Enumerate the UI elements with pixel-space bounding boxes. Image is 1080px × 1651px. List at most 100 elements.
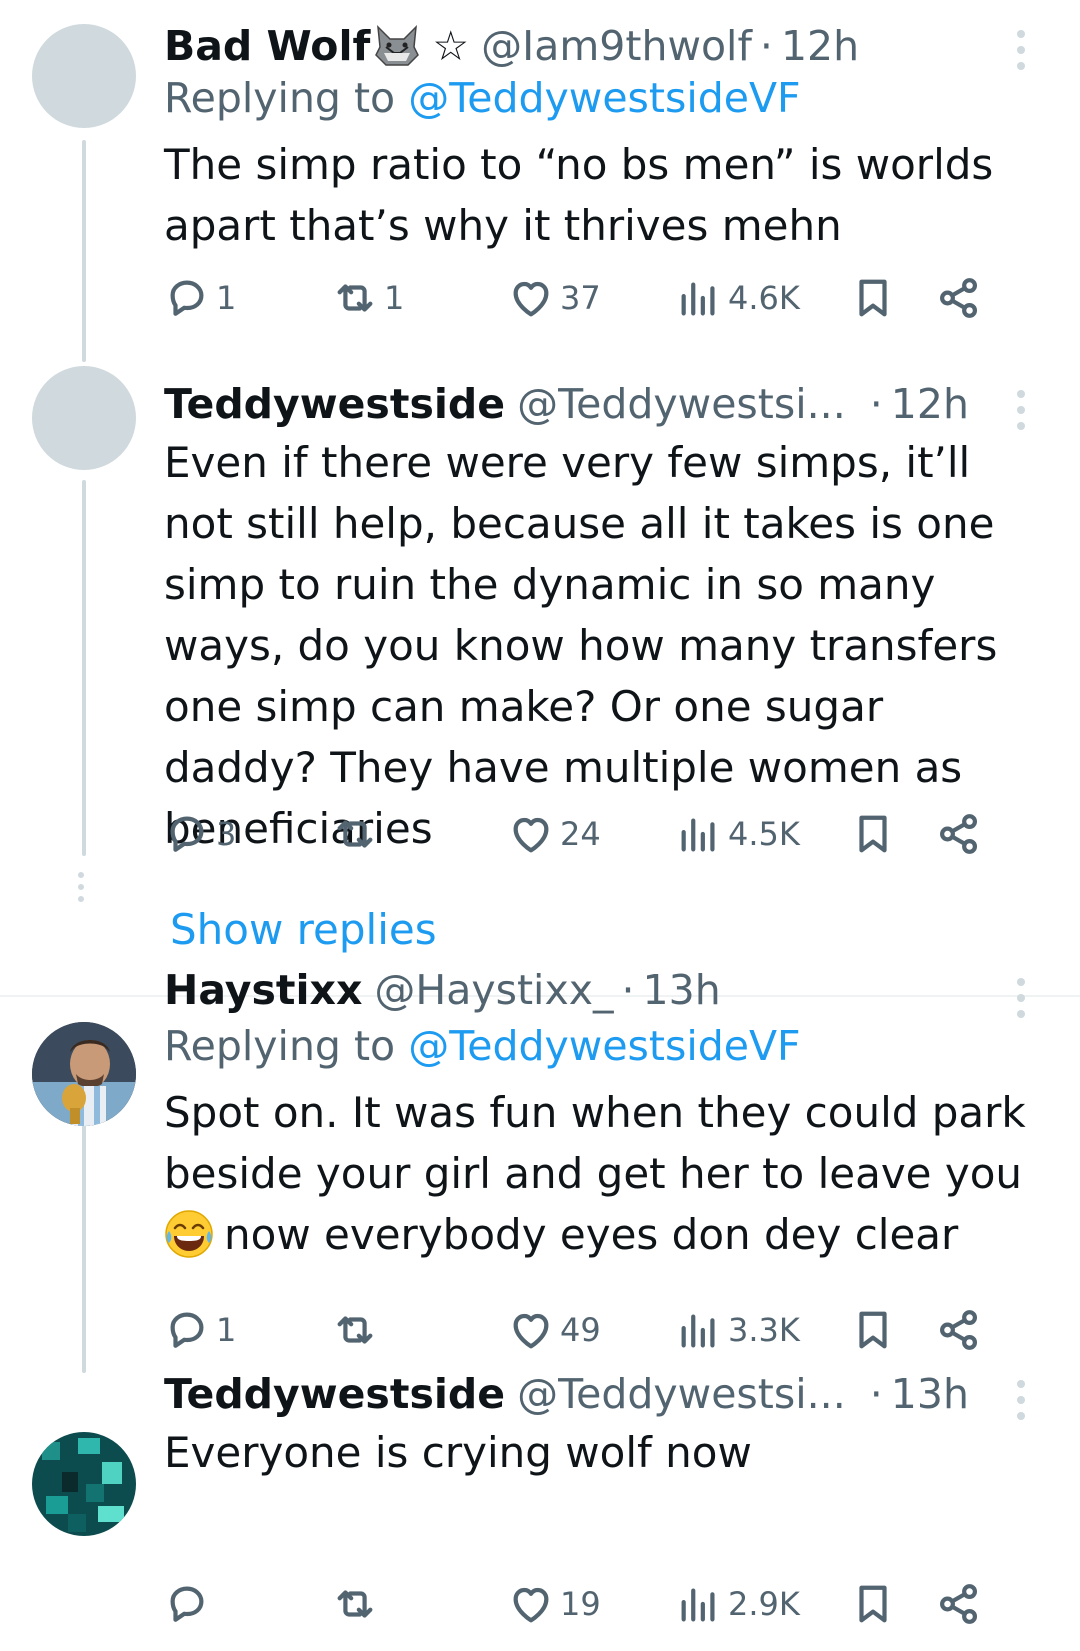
thread-line	[82, 480, 86, 856]
views-button[interactable]: 4.6K	[676, 268, 800, 328]
more-options-icon[interactable]	[1016, 390, 1026, 430]
more-options-icon[interactable]	[1016, 978, 1026, 1018]
thread-dots	[78, 872, 84, 902]
thread-line	[82, 140, 86, 362]
retweet-icon	[332, 275, 378, 321]
like-button[interactable]: 49	[508, 1300, 601, 1360]
reply-count: 1	[216, 1311, 237, 1349]
timestamp[interactable]: 13h	[891, 1370, 969, 1418]
replying-label: Replying to	[164, 74, 409, 122]
star-icon: ☆	[432, 22, 470, 70]
retweet-icon	[332, 1307, 378, 1353]
display-name[interactable]: Haystixx	[164, 966, 362, 1014]
timestamp[interactable]: 12h	[781, 22, 859, 70]
more-options-icon[interactable]	[1016, 30, 1026, 70]
retweet-button[interactable]	[332, 804, 384, 864]
replying-to: Replying to @TeddywestsideVF	[164, 74, 801, 122]
replying-label: Replying to	[164, 1022, 409, 1070]
separator: ·	[869, 1370, 883, 1418]
reply-count: 3	[216, 815, 237, 853]
tweet-text: Even if there were very few simps, it’ll…	[164, 438, 998, 853]
share-icon	[936, 1581, 982, 1627]
action-bar: 1 49 3.3K	[164, 1300, 1034, 1360]
bookmark-button[interactable]	[850, 804, 896, 864]
like-icon	[508, 275, 554, 321]
tweet-header: Teddywestside @Teddywestsi... · 13h	[164, 1366, 969, 1422]
view-count: 4.5K	[728, 815, 800, 853]
avatar[interactable]	[32, 24, 136, 128]
handle[interactable]: @Iam9thwolf	[481, 22, 752, 70]
share-button[interactable]	[936, 804, 982, 864]
bookmark-icon	[850, 275, 896, 321]
timestamp[interactable]: 13h	[643, 966, 721, 1014]
retweet-button[interactable]	[332, 1300, 384, 1360]
bookmark-button[interactable]	[850, 1300, 896, 1360]
share-icon	[936, 1307, 982, 1353]
like-count: 37	[560, 279, 601, 317]
tweet-text-line1: Spot on. It was fun when they could park…	[164, 1088, 1026, 1198]
retweet-icon	[332, 1581, 378, 1627]
share-button[interactable]	[936, 268, 982, 328]
tweet-header: Bad Wolf ☆ @Iam9thwolf · 12h	[164, 18, 859, 74]
views-icon	[676, 275, 722, 321]
share-icon	[936, 275, 982, 321]
like-icon	[508, 1307, 554, 1353]
mention-link[interactable]: @TeddywestsideVF	[408, 1022, 800, 1070]
handle[interactable]: @Haystixx_	[374, 966, 613, 1014]
retweet-button[interactable]	[332, 1574, 384, 1634]
avatar[interactable]	[32, 1022, 136, 1126]
handle[interactable]: @Teddywestsi...	[517, 1370, 846, 1418]
avatar[interactable]	[32, 1432, 136, 1536]
tweet-header: Haystixx @Haystixx_ · 13h	[164, 962, 721, 1018]
retweet-count: 1	[384, 279, 405, 317]
tweet-text: Spot on. It was fun when they could park…	[164, 1082, 1044, 1265]
reply-icon	[164, 811, 210, 857]
reply-button[interactable]: 1	[164, 1300, 236, 1360]
laughing-emoji	[164, 1209, 214, 1259]
bookmark-button[interactable]	[850, 1574, 896, 1634]
reply-icon	[164, 1307, 210, 1353]
action-bar: 3 24 4.5K	[164, 804, 1034, 864]
show-replies-link[interactable]: Show replies	[170, 905, 437, 954]
handle[interactable]: @Teddywestsi...	[517, 380, 846, 428]
like-button[interactable]: 24	[508, 804, 601, 864]
share-button[interactable]	[936, 1574, 982, 1634]
views-button[interactable]: 4.5K	[676, 804, 800, 864]
action-bar: 19 2.9K	[164, 1574, 1034, 1634]
separator: ·	[759, 22, 773, 70]
separator: ·	[869, 380, 883, 428]
mention-link[interactable]: @TeddywestsideVF	[408, 74, 800, 122]
retweet-button[interactable]: 1	[332, 268, 404, 328]
bookmark-icon	[850, 1307, 896, 1353]
avatar[interactable]	[32, 366, 136, 470]
timestamp[interactable]: 12h	[891, 380, 969, 428]
bookmark-icon	[850, 1581, 896, 1627]
reply-count: 1	[216, 279, 237, 317]
like-count: 49	[560, 1311, 601, 1349]
display-name[interactable]: Teddywestside	[164, 1370, 505, 1418]
reply-icon	[164, 275, 210, 321]
more-options-icon[interactable]	[1016, 1380, 1026, 1420]
action-bar: 1 1 37 4.6K	[164, 268, 1034, 328]
like-button[interactable]: 19	[508, 1574, 601, 1634]
like-button[interactable]: 37	[508, 268, 601, 328]
like-icon	[508, 811, 554, 857]
reply-icon	[164, 1581, 210, 1627]
reply-button[interactable]	[164, 1574, 216, 1634]
display-name[interactable]: Bad Wolf	[164, 22, 370, 70]
bookmark-icon	[850, 811, 896, 857]
retweet-icon	[332, 811, 378, 857]
views-icon	[676, 811, 722, 857]
display-name[interactable]: Teddywestside	[164, 380, 505, 428]
reply-button[interactable]: 3	[164, 804, 236, 864]
views-button[interactable]: 2.9K	[676, 1574, 800, 1634]
tweet-text: The simp ratio to “no bs men” is worlds …	[164, 140, 994, 250]
like-count: 24	[560, 815, 601, 853]
tweet-header: Teddywestside @Teddywestsi... · 12h	[164, 376, 969, 432]
like-icon	[508, 1581, 554, 1627]
bookmark-button[interactable]	[850, 268, 896, 328]
reply-button[interactable]: 1	[164, 268, 236, 328]
share-icon	[936, 811, 982, 857]
share-button[interactable]	[936, 1300, 982, 1360]
views-button[interactable]: 3.3K	[676, 1300, 800, 1360]
